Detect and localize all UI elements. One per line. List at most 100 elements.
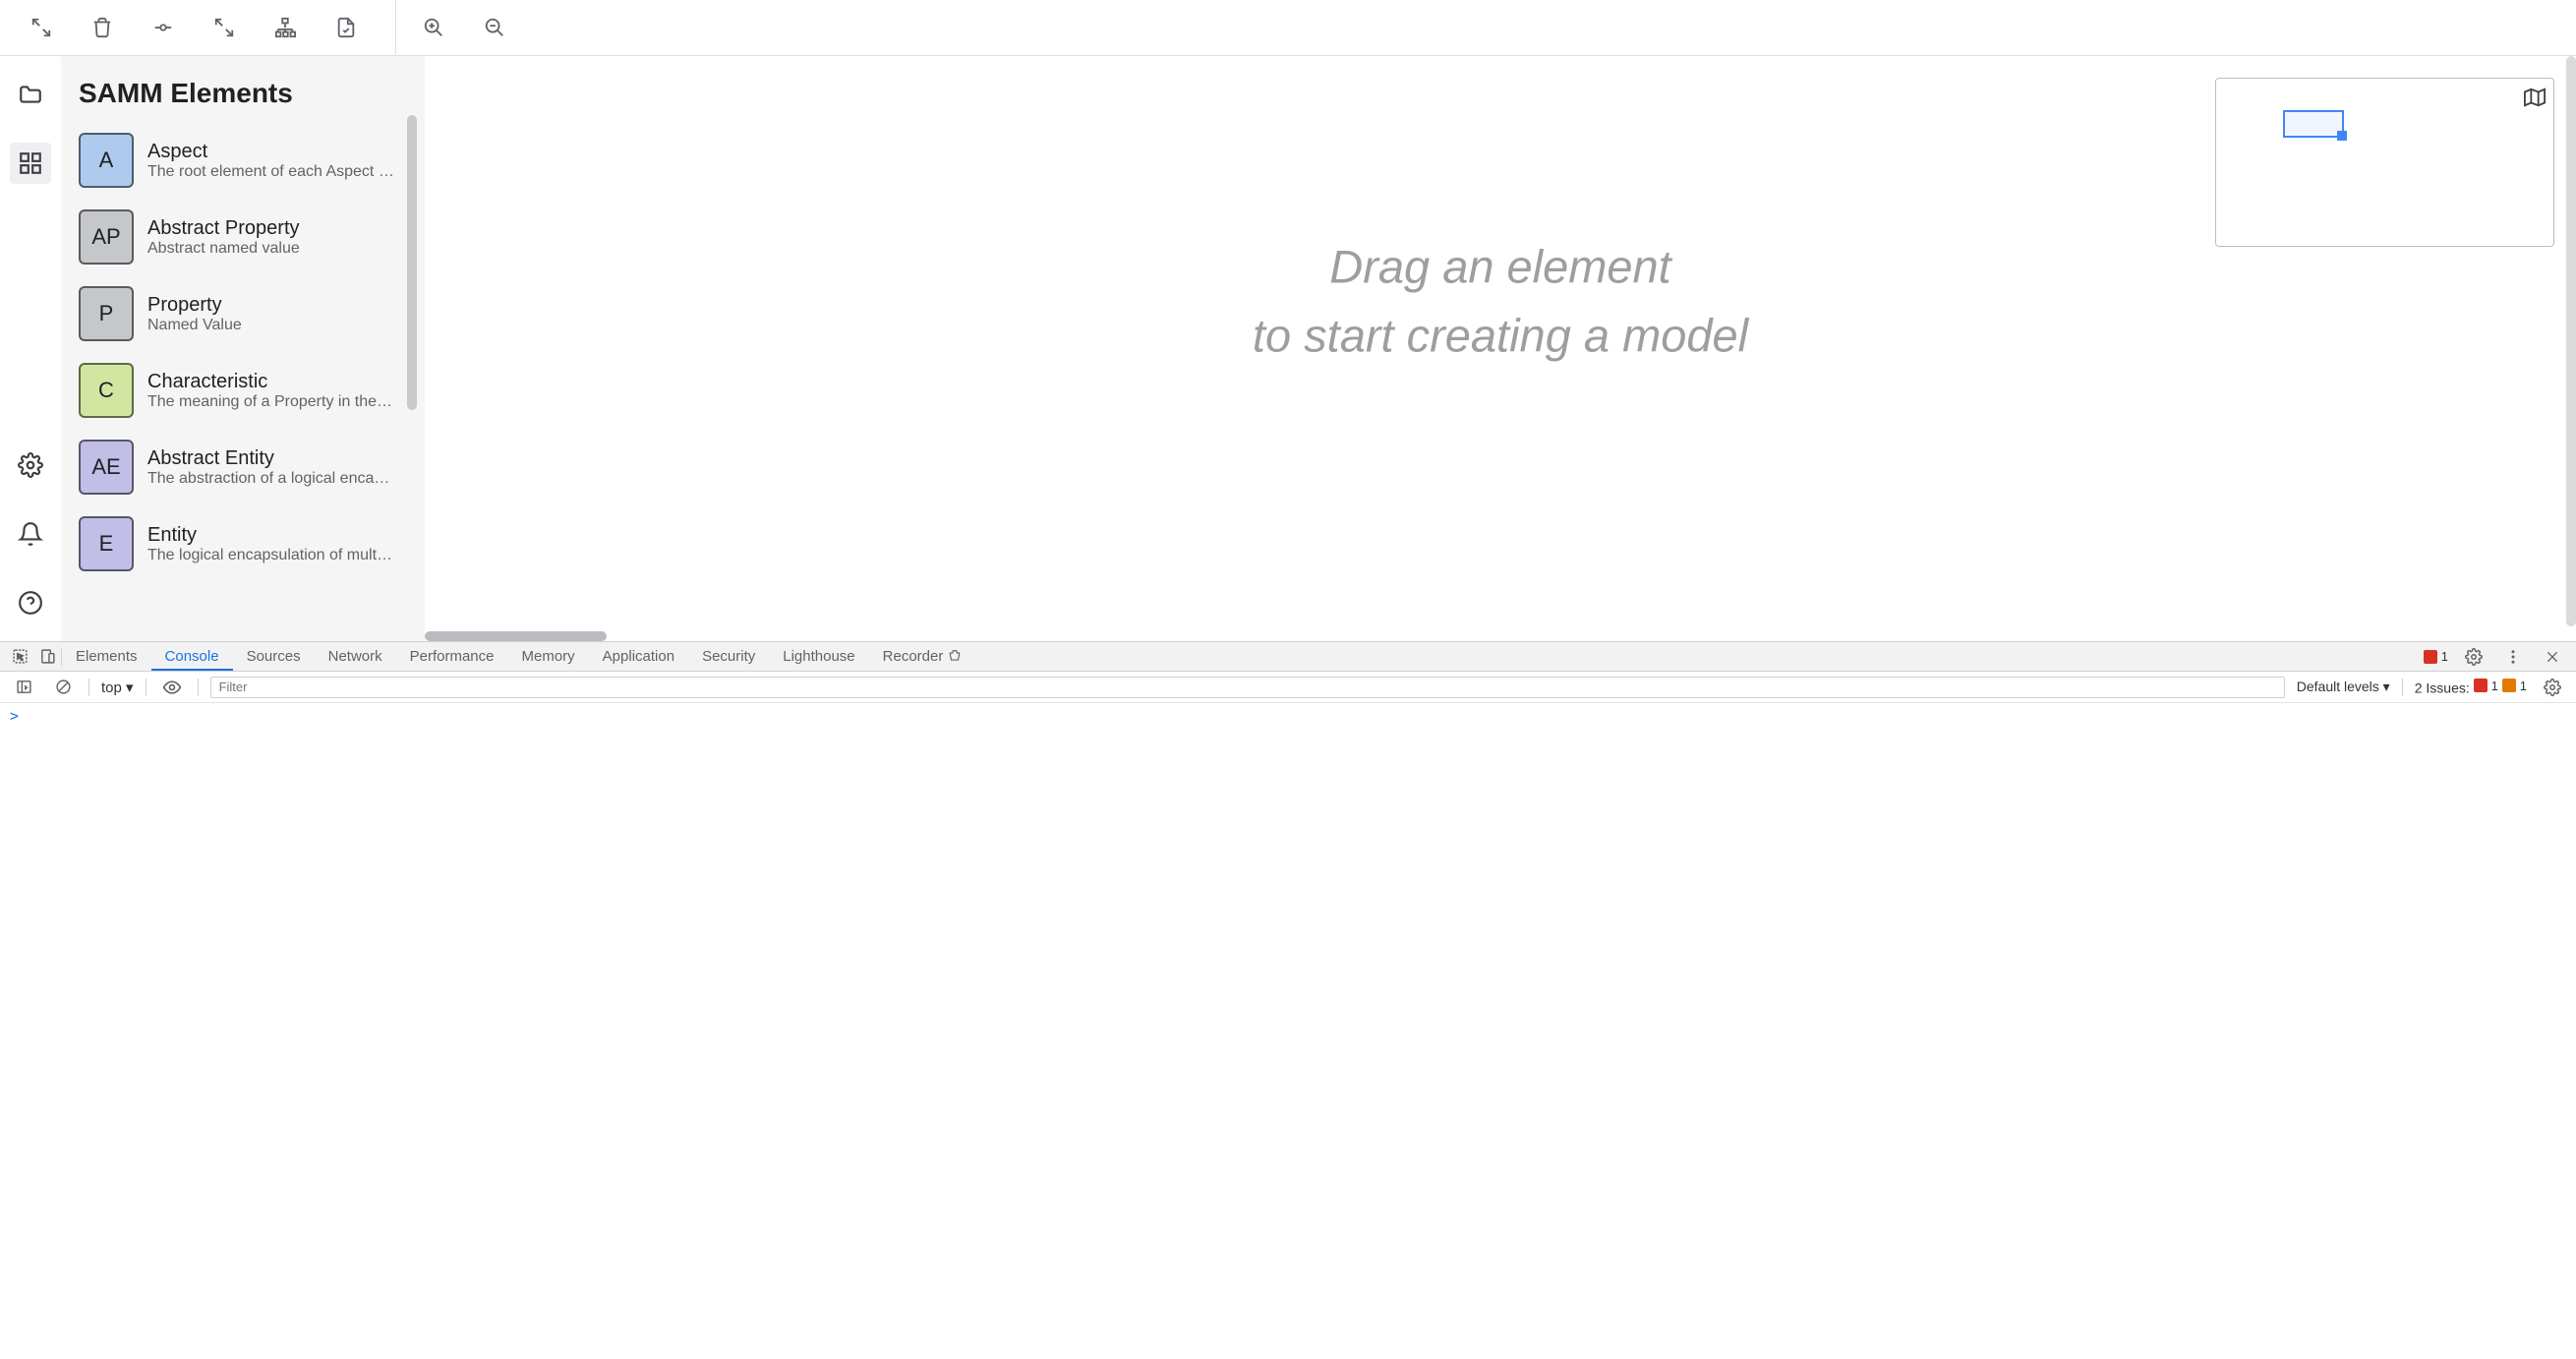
canvas[interactable]: Drag an element to start creating a mode… — [425, 56, 2576, 641]
canvas-hscroll-thumb[interactable] — [425, 631, 607, 641]
log-levels-selector[interactable]: Default levels ▾ — [2297, 679, 2390, 695]
elements-palette: SAMM Elements A AspectThe root element o… — [61, 56, 425, 641]
palette-item-desc: The abstraction of a logical encapsulati… — [147, 470, 395, 488]
collapse-icon[interactable] — [210, 14, 238, 41]
clear-console-icon[interactable] — [49, 674, 77, 701]
error-count-badge[interactable]: 1 — [2424, 649, 2448, 664]
workspace-folder-icon[interactable] — [10, 74, 51, 115]
devtools-right-controls: 1 — [2424, 643, 2576, 671]
error-icon — [2474, 679, 2488, 692]
tab-network[interactable]: Network — [315, 642, 396, 671]
tab-recorder[interactable]: Recorder — [869, 642, 975, 671]
console-separator — [88, 679, 89, 696]
tab-performance[interactable]: Performance — [396, 642, 508, 671]
tab-console[interactable]: Console — [151, 642, 233, 671]
tab-sources[interactable]: Sources — [233, 642, 315, 671]
placeholder-line2: to start creating a model — [1253, 302, 1748, 372]
trash-icon[interactable] — [88, 14, 116, 41]
badge-characteristic: C — [79, 363, 134, 418]
context-selector[interactable]: top ▾ — [101, 679, 134, 696]
kebab-menu-icon[interactable] — [2499, 643, 2527, 671]
badge-entity: E — [79, 516, 134, 571]
toolbar-group-zoom — [408, 14, 508, 41]
palette-item-label: Characteristic — [147, 371, 407, 393]
console-output[interactable]: > — [0, 703, 2576, 1332]
palette-scrollbar[interactable] — [407, 115, 417, 410]
devtools-settings-icon[interactable] — [2460, 643, 2488, 671]
console-sidebar-toggle-icon[interactable] — [10, 674, 37, 701]
warning-icon — [2502, 679, 2516, 692]
tab-application[interactable]: Application — [589, 642, 688, 671]
badge-aspect: A — [79, 133, 134, 188]
context-label: top — [101, 680, 122, 696]
device-toolbar-icon[interactable] — [33, 643, 61, 671]
canvas-vscroll-thumb[interactable] — [2566, 56, 2576, 626]
devtools-close-icon[interactable] — [2539, 643, 2566, 671]
devtools: Elements Console Sources Network Perform… — [0, 641, 2576, 1332]
expand-icon[interactable] — [28, 14, 55, 41]
devtools-tabbar: Elements Console Sources Network Perform… — [0, 642, 2576, 672]
console-separator — [198, 679, 199, 696]
badge-property: P — [79, 286, 134, 341]
canvas-hscroll[interactable] — [425, 631, 2576, 641]
toolbar-separator — [395, 0, 396, 56]
tab-lighthouse[interactable]: Lighthouse — [769, 642, 868, 671]
canvas-placeholder: Drag an element to start creating a mode… — [1253, 232, 1748, 371]
left-nav — [0, 56, 61, 641]
validate-icon[interactable] — [332, 14, 360, 41]
minimap-viewport[interactable] — [2283, 110, 2344, 138]
palette-item-desc: The logical encapsulation of multiple va… — [147, 547, 395, 564]
issues-warn-count: 1 — [2520, 679, 2527, 693]
console-separator — [2402, 679, 2403, 696]
tree-layout-icon[interactable] — [271, 14, 299, 41]
error-count: 1 — [2441, 649, 2448, 664]
console-issues[interactable]: 2 Issues: 1 1 — [2415, 679, 2527, 696]
tab-security[interactable]: Security — [688, 642, 769, 671]
console-prompt: > — [10, 707, 19, 725]
zoom-in-icon[interactable] — [420, 14, 447, 41]
tab-elements[interactable]: Elements — [62, 642, 151, 671]
palette-item-label: Abstract Property — [147, 217, 407, 240]
inspect-element-icon[interactable] — [6, 643, 33, 671]
palette-item-label: Property — [147, 294, 407, 317]
palette-item-label: Abstract Entity — [147, 447, 407, 470]
palette-item-characteristic[interactable]: C CharacteristicThe meaning of a Propert… — [79, 363, 407, 418]
palette-item-abstract-entity[interactable]: AE Abstract EntityThe abstraction of a l… — [79, 440, 407, 495]
minimap-resize-handle[interactable] — [2337, 131, 2347, 141]
console-settings-icon[interactable] — [2539, 674, 2566, 701]
notifications-icon[interactable] — [10, 513, 51, 555]
palette-item-label: Aspect — [147, 141, 407, 163]
tab-recorder-label: Recorder — [883, 648, 944, 665]
top-toolbar — [0, 0, 2576, 56]
palette-item-property[interactable]: P PropertyNamed Value — [79, 286, 407, 341]
palette-item-desc: Named Value — [147, 317, 395, 334]
map-icon[interactable] — [2524, 87, 2546, 113]
editor-area: SAMM Elements A AspectThe root element o… — [0, 56, 2576, 641]
canvas-vscroll[interactable] — [2566, 56, 2576, 631]
badge-abstract-property: AP — [79, 209, 134, 265]
log-levels-label: Default levels — [2297, 679, 2379, 694]
palette-item-desc: The meaning of a Property in the conte… — [147, 393, 395, 411]
tab-memory[interactable]: Memory — [508, 642, 589, 671]
palette-title: SAMM Elements — [79, 78, 407, 109]
console-filter-input[interactable] — [210, 677, 2285, 698]
elements-palette-icon[interactable] — [10, 143, 51, 184]
help-icon[interactable] — [10, 582, 51, 623]
palette-item-desc: The root element of each Aspect Model — [147, 163, 395, 181]
zoom-out-icon[interactable] — [481, 14, 508, 41]
palette-item-aspect[interactable]: A AspectThe root element of each Aspect … — [79, 133, 407, 188]
toolbar-group-edit — [0, 14, 360, 41]
palette-item-entity[interactable]: E EntityThe logical encapsulation of mul… — [79, 516, 407, 571]
badge-abstract-entity: AE — [79, 440, 134, 495]
commit-icon[interactable] — [149, 14, 177, 41]
palette-item-label: Entity — [147, 524, 407, 547]
palette-item-abstract-property[interactable]: AP Abstract PropertyAbstract named value — [79, 209, 407, 265]
minimap[interactable] — [2215, 78, 2554, 247]
console-toolbar: top ▾ Default levels ▾ 2 Issues: 1 1 — [0, 672, 2576, 703]
palette-item-desc: Abstract named value — [147, 240, 395, 258]
settings-icon[interactable] — [10, 444, 51, 486]
error-icon — [2424, 650, 2437, 664]
live-expression-icon[interactable] — [158, 674, 186, 701]
placeholder-line1: Drag an element — [1253, 232, 1748, 302]
issues-error-count: 1 — [2491, 679, 2498, 693]
